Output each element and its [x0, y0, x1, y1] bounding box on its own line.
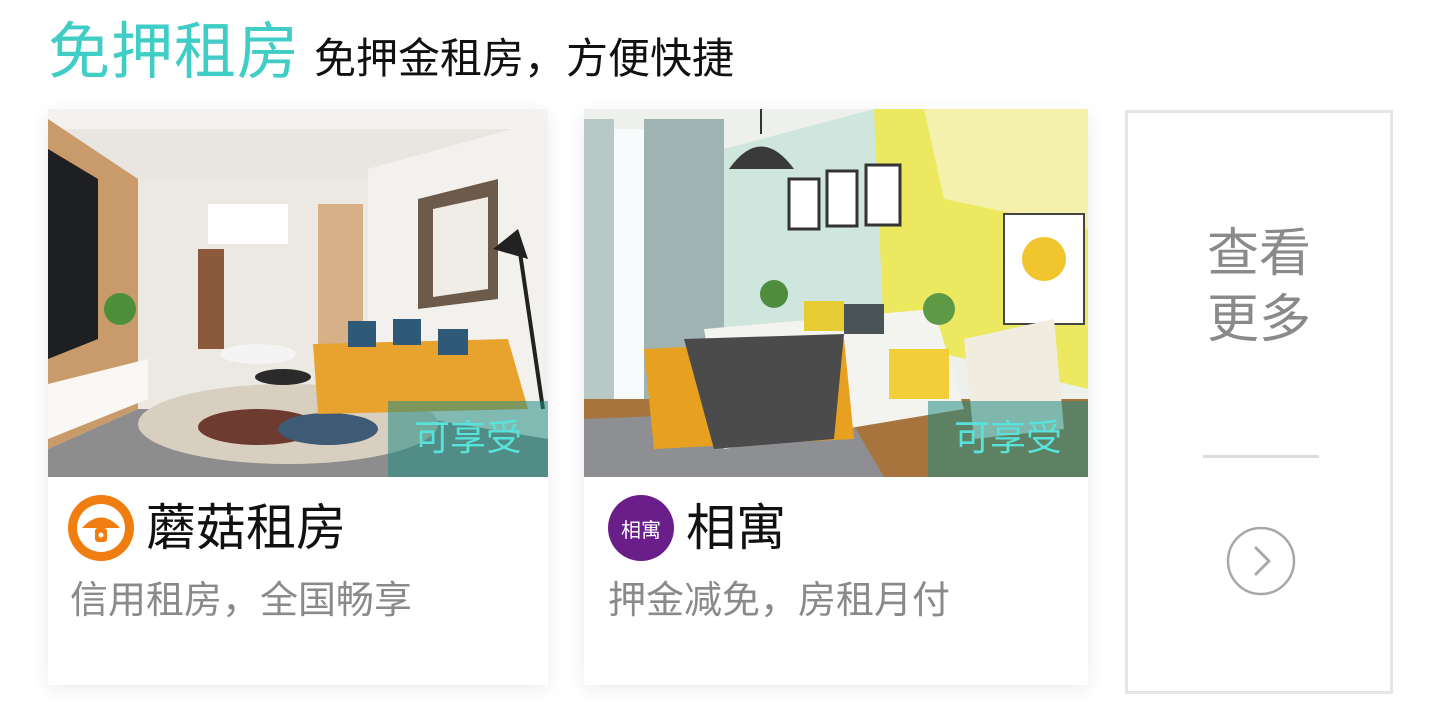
section-title: 免押租房 [48, 15, 301, 88]
bedroom-photo: 可享受 [584, 109, 1088, 477]
listing-card-mogu[interactable]: 可享受 蘑菇租房 信用租房，全国畅享 [48, 109, 548, 685]
brand-row: 蘑菇租房 [68, 493, 346, 563]
brand-row: 相寓 相寓 [608, 493, 786, 563]
enjoy-tag: 可享受 [928, 401, 1088, 477]
living-room-photo: 可享受 [48, 109, 548, 477]
brand-name: 相寓 [686, 499, 786, 557]
mushroom-logo-icon [68, 495, 134, 561]
view-more-line-2: 更多 [1206, 290, 1311, 350]
section-header: 免押租房 免押金租房，方便快捷 [48, 12, 734, 92]
brand-name: 蘑菇租房 [146, 499, 346, 557]
listing-card-xiangyu[interactable]: 可享受 相寓 相寓 押金减免，房租月付 [584, 109, 1088, 685]
brand-description: 信用租房，全国畅享 [70, 578, 413, 622]
section-subtitle: 免押金租房，方便快捷 [314, 34, 735, 83]
view-more-label: 查看 更多 [1128, 221, 1390, 353]
enjoy-tag: 可享受 [388, 401, 548, 477]
brand-description: 押金减免，房租月付 [608, 578, 951, 622]
divider [1203, 455, 1319, 458]
view-more-line-1: 查看 [1206, 224, 1311, 284]
chevron-right-circle-icon[interactable] [1226, 526, 1296, 596]
xiangyu-logo: 相寓 [608, 495, 674, 561]
view-more-button[interactable]: 查看 更多 [1125, 110, 1393, 694]
